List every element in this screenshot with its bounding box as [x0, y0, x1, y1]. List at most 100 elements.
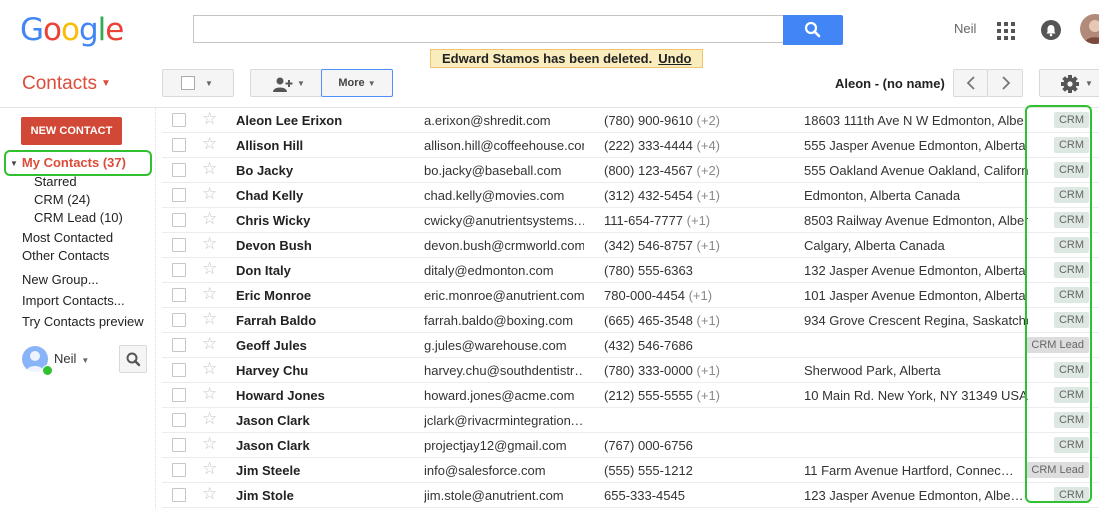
- row-checkbox[interactable]: [172, 238, 186, 252]
- star-icon[interactable]: ☆: [202, 159, 217, 179]
- contact-email[interactable]: projectjay12@gmail.com: [424, 438, 584, 453]
- star-icon[interactable]: ☆: [202, 259, 217, 279]
- previous-button[interactable]: [953, 69, 988, 97]
- row-checkbox[interactable]: [172, 263, 186, 277]
- star-icon[interactable]: ☆: [202, 334, 217, 354]
- contact-row[interactable]: ☆ Bo Jacky bo.jacky@baseball.com (800) 123-…: [162, 158, 1099, 183]
- search-button[interactable]: [783, 15, 843, 45]
- contact-name[interactable]: Jason Clark: [236, 413, 416, 428]
- star-icon[interactable]: ☆: [202, 409, 217, 429]
- contact-email[interactable]: bo.jacky@baseball.com: [424, 163, 584, 178]
- contact-email[interactable]: a.erixon@shredit.com: [424, 113, 584, 128]
- contact-row[interactable]: ☆ Jason Clark projectjay12@gmail.com (767) …: [162, 433, 1099, 458]
- more-actions-button[interactable]: More ▼: [321, 69, 393, 97]
- star-icon[interactable]: ☆: [202, 284, 217, 304]
- row-checkbox[interactable]: [172, 363, 186, 377]
- undo-link[interactable]: Undo: [658, 51, 691, 66]
- sidebar-item-most-contacted[interactable]: Most Contacted: [22, 230, 113, 245]
- contact-name[interactable]: Eric Monroe: [236, 288, 416, 303]
- contact-email[interactable]: harvey.chu@southdentistr…: [424, 363, 584, 378]
- contact-row[interactable]: ☆ Aleon Lee Erixon a.erixon@shredit.com (78…: [162, 108, 1099, 133]
- row-checkbox[interactable]: [172, 488, 186, 502]
- new-contact-button[interactable]: NEW CONTACT: [21, 117, 122, 145]
- chat-search-button[interactable]: [119, 345, 147, 373]
- contact-row[interactable]: ☆ Chad Kelly chad.kelly@movies.com (312) 43…: [162, 183, 1099, 208]
- star-icon[interactable]: ☆: [202, 434, 217, 454]
- select-all-dropdown[interactable]: ▼: [162, 69, 234, 97]
- notifications-bell-icon[interactable]: [1041, 20, 1061, 40]
- account-name[interactable]: Neil: [954, 21, 976, 36]
- new-group-link[interactable]: New Group...: [22, 272, 99, 287]
- search-input[interactable]: [193, 15, 783, 43]
- settings-button[interactable]: ▼: [1039, 69, 1099, 97]
- contact-row[interactable]: ☆ Allison Hill allison.hill@coffeehouse.co…: [162, 133, 1099, 158]
- row-checkbox[interactable]: [172, 163, 186, 177]
- contact-row[interactable]: ☆ Harvey Chu harvey.chu@southdentistr… (780…: [162, 358, 1099, 383]
- contacts-menu[interactable]: Contacts ▼: [22, 73, 111, 95]
- contact-row[interactable]: ☆ Jason Clark jclark@rivacrmintegration.… …: [162, 408, 1099, 433]
- contact-name[interactable]: Harvey Chu: [236, 363, 416, 378]
- sidebar-item-crm[interactable]: CRM (24): [34, 192, 90, 207]
- row-checkbox[interactable]: [172, 388, 186, 402]
- star-icon[interactable]: ☆: [202, 384, 217, 404]
- row-checkbox[interactable]: [172, 138, 186, 152]
- contact-name[interactable]: Farrah Baldo: [236, 313, 416, 328]
- contact-email[interactable]: allison.hill@coffeehouse.com: [424, 138, 584, 153]
- star-icon[interactable]: ☆: [202, 359, 217, 379]
- contact-email[interactable]: howard.jones@acme.com: [424, 388, 584, 403]
- select-all-checkbox[interactable]: [181, 76, 195, 90]
- sidebar-item-starred[interactable]: Starred: [34, 174, 77, 189]
- contact-name[interactable]: Bo Jacky: [236, 163, 416, 178]
- contact-email[interactable]: ditaly@edmonton.com: [424, 263, 584, 278]
- contact-email[interactable]: info@salesforce.com: [424, 463, 584, 478]
- star-icon[interactable]: ☆: [202, 184, 217, 204]
- my-contacts-group[interactable]: ▼ My Contacts (37): [10, 155, 126, 170]
- row-checkbox[interactable]: [172, 313, 186, 327]
- contact-row[interactable]: ☆ Jim Steele info@salesforce.com (555) 555-…: [162, 458, 1099, 483]
- try-contacts-preview-link[interactable]: Try Contacts preview: [22, 314, 144, 329]
- contact-name[interactable]: Devon Bush: [236, 238, 416, 253]
- contact-name[interactable]: Chris Wicky: [236, 213, 416, 228]
- row-checkbox[interactable]: [172, 338, 186, 352]
- contact-email[interactable]: g.jules@warehouse.com: [424, 338, 584, 353]
- star-icon[interactable]: ☆: [202, 109, 217, 129]
- star-icon[interactable]: ☆: [202, 459, 217, 479]
- apps-grid-icon[interactable]: [997, 22, 1015, 40]
- contact-name[interactable]: Aleon Lee Erixon: [236, 113, 416, 128]
- contact-email[interactable]: eric.monroe@anutrient.com: [424, 288, 584, 303]
- sidebar-item-other-contacts[interactable]: Other Contacts: [22, 248, 109, 263]
- contact-name[interactable]: Jim Steele: [236, 463, 416, 478]
- star-icon[interactable]: ☆: [202, 484, 217, 504]
- row-checkbox[interactable]: [172, 413, 186, 427]
- add-to-contacts-button[interactable]: ▼: [250, 69, 322, 97]
- row-checkbox[interactable]: [172, 188, 186, 202]
- contact-row[interactable]: ☆ Farrah Baldo farrah.baldo@boxing.com (665…: [162, 308, 1099, 333]
- row-checkbox[interactable]: [172, 463, 186, 477]
- account-avatar[interactable]: [1080, 14, 1099, 44]
- import-contacts-link[interactable]: Import Contacts...: [22, 293, 125, 308]
- contact-name[interactable]: Chad Kelly: [236, 188, 416, 203]
- contact-email[interactable]: cwicky@anutrientsystems.…: [424, 213, 584, 228]
- contact-row[interactable]: ☆ Eric Monroe eric.monroe@anutrient.com 780…: [162, 283, 1099, 308]
- google-logo[interactable]: Google: [20, 12, 124, 48]
- chat-user-menu[interactable]: Neil ▼: [54, 351, 89, 366]
- contact-name[interactable]: Jason Clark: [236, 438, 416, 453]
- star-icon[interactable]: ☆: [202, 209, 217, 229]
- contact-email[interactable]: jim.stole@anutrient.com: [424, 488, 584, 503]
- contact-row[interactable]: ☆ Chris Wicky cwicky@anutrientsystems.… 111…: [162, 208, 1099, 233]
- star-icon[interactable]: ☆: [202, 309, 217, 329]
- contact-name[interactable]: Jim Stole: [236, 488, 416, 503]
- row-checkbox[interactable]: [172, 113, 186, 127]
- contact-name[interactable]: Allison Hill: [236, 138, 416, 153]
- contact-name[interactable]: Howard Jones: [236, 388, 416, 403]
- contact-email[interactable]: jclark@rivacrmintegration.…: [424, 413, 584, 428]
- sidebar-item-crm-lead[interactable]: CRM Lead (10): [34, 210, 123, 225]
- row-checkbox[interactable]: [172, 288, 186, 302]
- star-icon[interactable]: ☆: [202, 234, 217, 254]
- next-button[interactable]: [987, 69, 1023, 97]
- contact-row[interactable]: ☆ Don Italy ditaly@edmonton.com (780) 555-6…: [162, 258, 1099, 283]
- row-checkbox[interactable]: [172, 438, 186, 452]
- contact-email[interactable]: chad.kelly@movies.com: [424, 188, 584, 203]
- contact-email[interactable]: farrah.baldo@boxing.com: [424, 313, 584, 328]
- contact-row[interactable]: ☆ Devon Bush devon.bush@crmworld.com (342) …: [162, 233, 1099, 258]
